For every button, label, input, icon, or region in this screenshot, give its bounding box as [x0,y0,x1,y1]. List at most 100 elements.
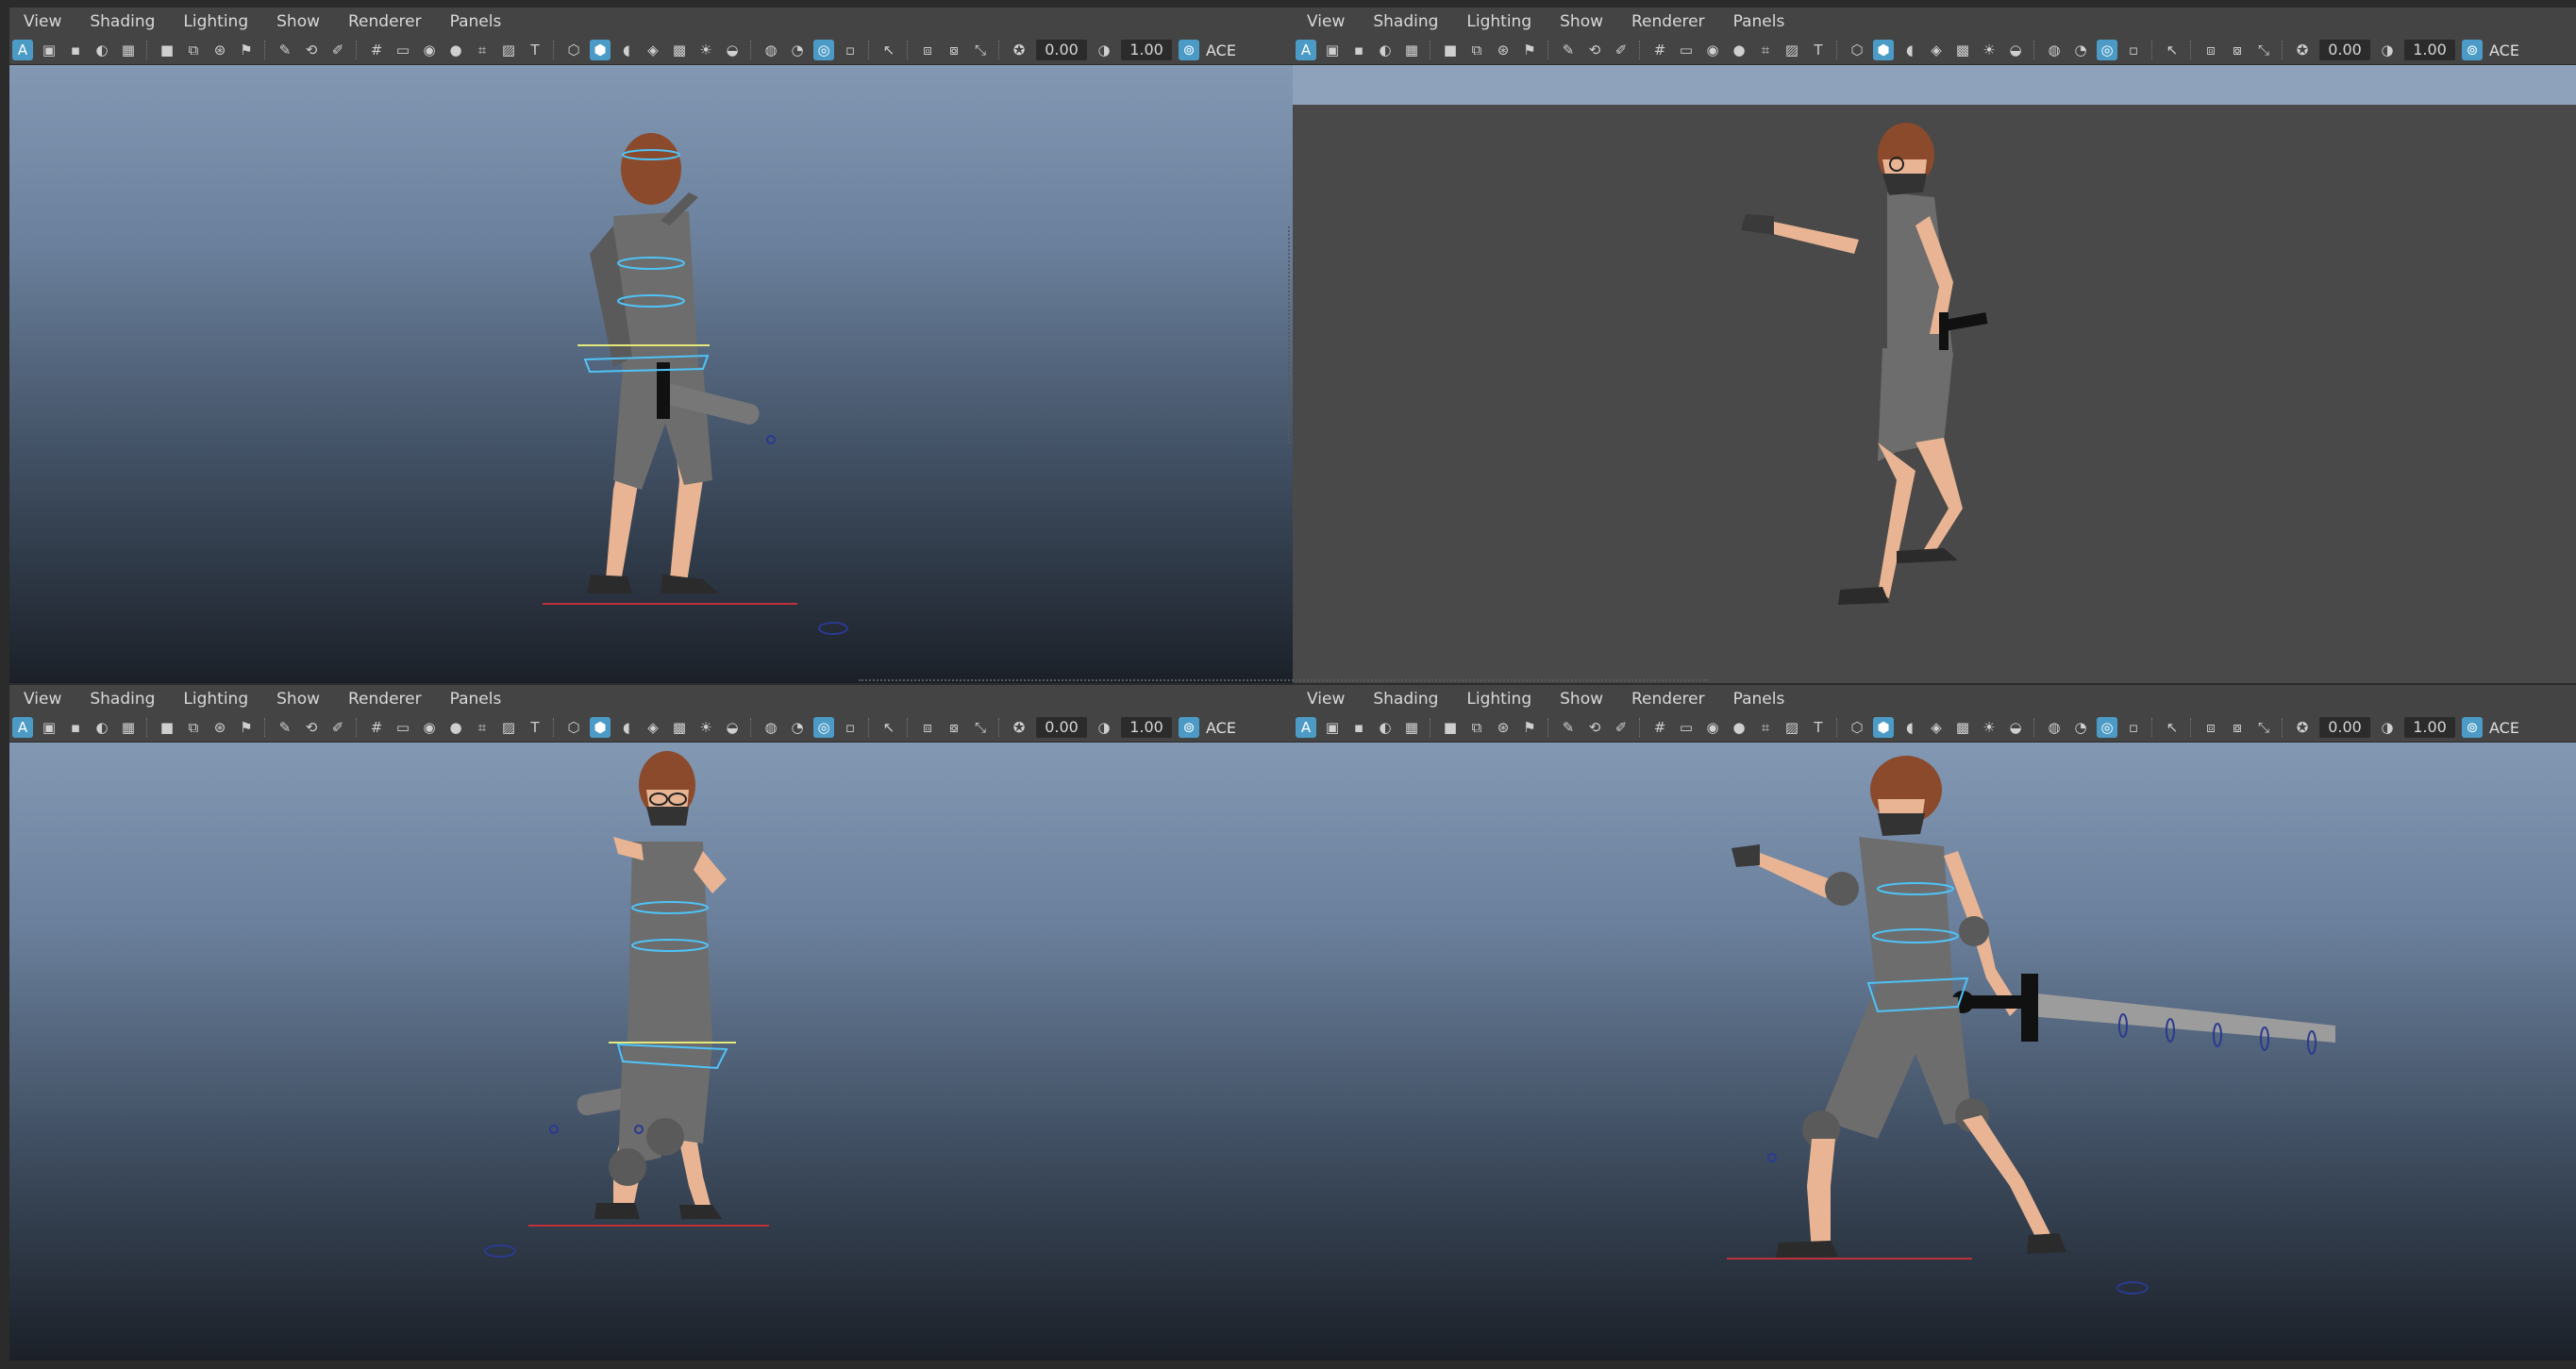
menu-shading[interactable]: Shading [1359,685,1452,713]
resize-icon[interactable]: ⤡ [2253,717,2274,738]
menu-lighting[interactable]: Lighting [169,8,262,36]
wireframe-icon[interactable]: ⬡ [1847,40,1867,60]
menu-show[interactable]: Show [262,685,334,713]
lights-icon[interactable]: ☀ [1979,40,1999,60]
gamma-icon[interactable]: ◑ [1094,40,1114,60]
pencil-icon[interactable]: ✐ [327,40,348,60]
shadows-icon[interactable]: ◒ [2005,717,2026,738]
wireframe-icon[interactable]: ⬡ [1847,717,1867,738]
safe-title-icon[interactable]: T [1808,717,1829,738]
exposure-field[interactable]: 0.00 [1036,40,1087,60]
image-plane-icon[interactable]: ◐ [1375,40,1396,60]
motion-blur-icon[interactable]: ◔ [2070,717,2091,738]
flag-icon[interactable]: ⚑ [236,40,257,60]
color-space-label[interactable]: ACE [1206,719,1236,737]
exposure-icon[interactable]: ✪ [1009,717,1029,738]
exposure-icon[interactable]: ✪ [2292,40,2313,60]
menu-renderer[interactable]: Renderer [1617,8,1719,36]
field-chart-icon[interactable]: ⌗ [472,40,493,60]
image-plane-icon[interactable]: ◐ [1375,717,1396,738]
color-management-icon[interactable]: ⊚ [1179,717,1199,738]
motion-blur-icon[interactable]: ◔ [2070,40,2091,60]
xray-active-icon[interactable]: ⧇ [2227,40,2248,60]
menu-show[interactable]: Show [262,8,334,36]
safe-action-icon[interactable]: ▨ [498,40,519,60]
textured-icon[interactable]: ◈ [1926,40,1947,60]
menu-view[interactable]: View [9,685,75,713]
pencil-icon[interactable]: ✐ [1611,717,1631,738]
bookmark-camera-icon[interactable]: ⊛ [1493,717,1514,738]
vertical-pane-divider[interactable] [1288,226,1290,443]
menu-shading[interactable]: Shading [75,8,169,36]
viewport-top-right[interactable]: View Shading Lighting Show Renderer Pane… [1293,8,2576,683]
menu-panels[interactable]: Panels [1719,685,1799,713]
lock-camera-icon[interactable]: ⧉ [183,717,204,738]
horizontal-pane-divider[interactable] [859,679,1708,681]
gamma-field[interactable]: 1.00 [2404,717,2455,738]
smooth-shade-icon[interactable]: ⬢ [1873,40,1894,60]
menu-panels[interactable]: Panels [436,685,516,713]
bookmark-camera-icon[interactable]: ⊛ [1493,40,1514,60]
xray-active-icon[interactable]: ⧇ [2227,717,2248,738]
select-tool-icon[interactable]: ↖ [878,717,899,738]
lights-icon[interactable]: ☀ [1979,717,1999,738]
textured-icon[interactable]: ◈ [643,40,663,60]
isolate-select-icon[interactable]: ◎ [813,717,834,738]
2d-pan-icon[interactable]: ▦ [118,40,139,60]
xray-active-icon[interactable]: ⧇ [944,717,964,738]
grease-pencil-icon[interactable]: ✎ [1558,717,1579,738]
ambient-occlusion-icon[interactable]: ◍ [2044,40,2065,60]
resize-icon[interactable]: ⤡ [970,717,991,738]
xray-joints-icon[interactable]: ⧈ [917,40,938,60]
camera-icon[interactable]: ■ [1440,717,1461,738]
color-space-label[interactable]: ACE [1206,42,1236,59]
xray-icon[interactable]: ▫ [2123,40,2144,60]
2d-pan-icon[interactable]: ▦ [118,717,139,738]
film-gate-toggle-icon[interactable]: ▭ [1676,40,1697,60]
menu-shading[interactable]: Shading [1359,8,1452,36]
grease-pencil-icon[interactable]: ✎ [275,717,295,738]
xray-active-icon[interactable]: ⧇ [944,40,964,60]
film-gate-icon[interactable]: ⟲ [301,717,322,738]
ambient-occlusion-icon[interactable]: ◍ [761,717,781,738]
select-camera-icon[interactable]: A [1296,717,1316,738]
menu-show[interactable]: Show [1546,685,1617,713]
menu-view[interactable]: View [1293,8,1359,36]
2d-pan-icon[interactable]: ▦ [1401,717,1422,738]
menu-renderer[interactable]: Renderer [1617,685,1719,713]
film-gate-icon[interactable]: ⟲ [1584,717,1605,738]
menu-panels[interactable]: Panels [1719,8,1799,36]
default-material-icon[interactable]: ◖ [1899,717,1920,738]
film-gate-icon[interactable]: ⟲ [301,40,322,60]
exposure-field[interactable]: 0.00 [1036,717,1087,738]
checker-icon[interactable]: ▩ [669,717,690,738]
select-camera-icon[interactable]: A [12,717,33,738]
smooth-shade-icon[interactable]: ⬢ [590,40,611,60]
pencil-icon[interactable]: ✐ [327,717,348,738]
xray-icon[interactable]: ▫ [840,40,861,60]
viewport-canvas[interactable] [9,65,1293,683]
lock-camera-icon[interactable]: ⧉ [1466,717,1487,738]
grid-icon[interactable]: # [366,717,387,738]
gate-mask-icon[interactable]: ● [445,40,466,60]
menu-shading[interactable]: Shading [75,685,169,713]
shadows-icon[interactable]: ◒ [2005,40,2026,60]
menu-renderer[interactable]: Renderer [334,685,436,713]
menu-renderer[interactable]: Renderer [334,8,436,36]
camera-attributes-icon[interactable]: ▣ [1322,40,1343,60]
pencil-icon[interactable]: ✐ [1611,40,1631,60]
bookmark-camera-icon[interactable]: ⊛ [209,717,230,738]
xray-icon[interactable]: ▫ [840,717,861,738]
grid-icon[interactable]: # [1649,717,1670,738]
gamma-field[interactable]: 1.00 [2404,40,2455,60]
exposure-field[interactable]: 0.00 [2319,717,2370,738]
camera-icon[interactable]: ■ [157,717,177,738]
lock-camera-icon[interactable]: ⧉ [183,40,204,60]
checker-icon[interactable]: ▩ [669,40,690,60]
viewport-canvas[interactable] [9,743,1293,1361]
checker-icon[interactable]: ▩ [1952,40,1973,60]
camera-attributes-icon[interactable]: ▣ [1322,717,1343,738]
viewport-canvas[interactable] [1293,743,2576,1361]
menu-lighting[interactable]: Lighting [1452,685,1546,713]
camera-attributes-icon[interactable]: ▣ [39,40,59,60]
